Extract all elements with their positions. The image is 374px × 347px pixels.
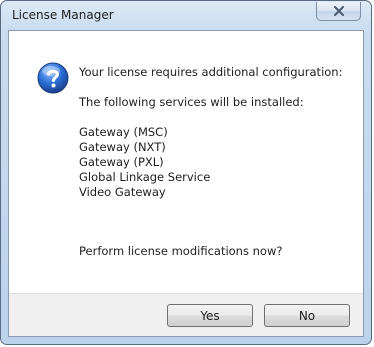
button-bar: Yes No — [9, 293, 363, 336]
service-item: Global Linkage Service — [79, 170, 211, 184]
window-title: License Manager — [12, 8, 114, 22]
dialog-window: License Manager Your license requires ad… — [0, 0, 372, 345]
service-item: Gateway (MSC) — [79, 125, 168, 139]
message-prompt: Perform license modifications now? — [79, 244, 283, 258]
close-icon — [334, 6, 344, 16]
no-button[interactable]: No — [264, 304, 350, 327]
message-line-config: Your license requires additional configu… — [79, 65, 343, 79]
title-bar[interactable]: License Manager — [1, 1, 371, 31]
service-item: Gateway (NXT) — [79, 140, 166, 154]
close-button[interactable] — [316, 2, 361, 21]
question-icon — [37, 62, 69, 94]
yes-button[interactable]: Yes — [167, 304, 253, 327]
message-line-services: The following services will be installed… — [79, 95, 304, 109]
dialog-client-area: Your license requires additional configu… — [8, 30, 364, 337]
services-list: Gateway (MSC) Gateway (NXT) Gateway (PXL… — [79, 125, 210, 200]
service-item: Video Gateway — [79, 185, 166, 199]
service-item: Gateway (PXL) — [79, 155, 164, 169]
